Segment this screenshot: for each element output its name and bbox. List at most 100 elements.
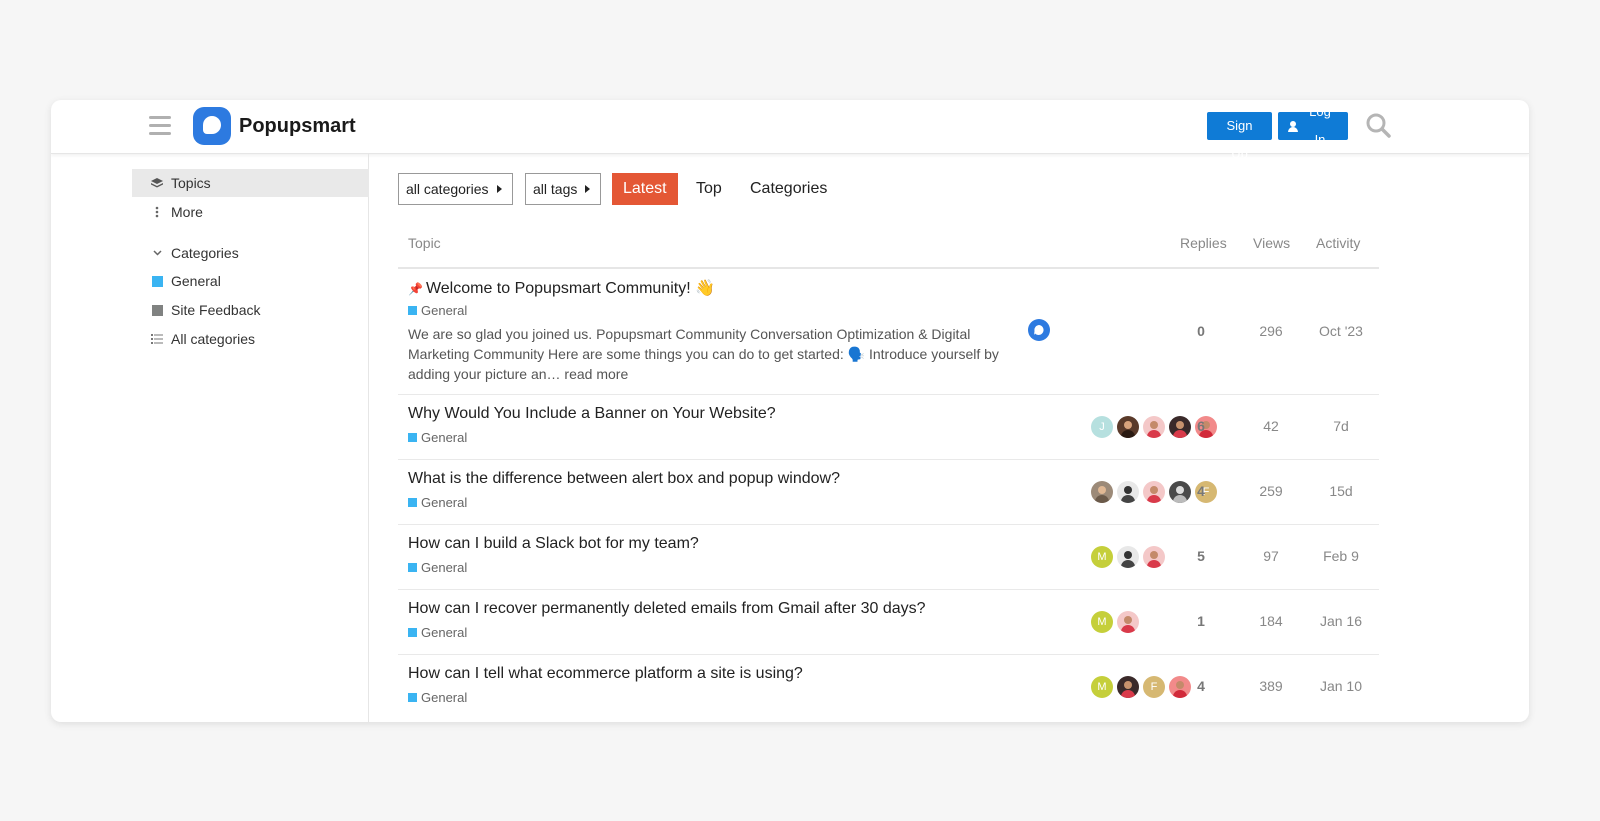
category-badge-label: General [421, 495, 468, 510]
topic-title-link[interactable]: What is the difference between alert box… [408, 470, 840, 488]
sidebar-item-site-feedback[interactable]: Site Feedback [132, 296, 369, 324]
column-header-activity[interactable]: Activity [1316, 235, 1360, 251]
tab-top[interactable]: Top [685, 173, 733, 205]
category-badge[interactable]: General [408, 303, 467, 318]
category-filter-dropdown[interactable]: all categories [398, 173, 513, 205]
avatar[interactable] [1091, 481, 1113, 503]
tag-filter-dropdown[interactable]: all tags [525, 173, 602, 205]
chevron-down-icon [151, 250, 163, 256]
app-window: Popupsmart Sign Up Log In Topics More Ca… [51, 100, 1529, 722]
category-color-icon [408, 306, 417, 315]
category-badge[interactable]: General [408, 430, 467, 445]
table-row: How can I build a Slack bot for my team?… [398, 525, 1379, 590]
sidebar-item-all-categories[interactable]: All categories [132, 325, 369, 353]
avatar[interactable] [1117, 481, 1139, 503]
avatar[interactable]: M [1091, 546, 1113, 568]
activity-time[interactable]: 7d [1306, 418, 1376, 434]
activity-time[interactable]: Jan 10 [1306, 678, 1376, 694]
view-count: 42 [1263, 418, 1279, 434]
topic-title-link[interactable]: How can I tell what ecommerce platform a… [408, 665, 803, 683]
category-badge[interactable]: General [408, 625, 467, 640]
activity-time[interactable]: Oct '23 [1306, 323, 1376, 339]
sidebar-item-label: More [171, 204, 203, 220]
sidebar-item-more[interactable]: More [132, 198, 369, 226]
column-header-topic: Topic [408, 235, 441, 251]
category-color-icon [408, 628, 417, 637]
category-badge-label: General [421, 560, 468, 575]
category-color-icon [408, 693, 417, 702]
avatar[interactable]: M [1091, 676, 1113, 698]
avatar[interactable]: M [1091, 611, 1113, 633]
column-header-replies[interactable]: Replies [1180, 235, 1227, 251]
topic-title-link[interactable]: How can I build a Slack bot for my team? [408, 535, 699, 553]
table-row: What is the difference between alert box… [398, 460, 1379, 525]
view-count: 389 [1259, 678, 1283, 694]
pin-icon: 📌 [408, 282, 423, 296]
avatar[interactable] [1143, 481, 1165, 503]
sidebar-item-label: Topics [171, 175, 211, 191]
vertical-ellipsis-icon [151, 206, 163, 218]
avatar[interactable] [1117, 416, 1139, 438]
caret-right-icon [585, 185, 591, 193]
category-badge[interactable]: General [408, 495, 467, 510]
poster-avatars: M [1091, 546, 1165, 568]
topic-excerpt[interactable]: We are so glad you joined us. Popupsmart… [408, 324, 1000, 384]
reply-count: 5 [1197, 548, 1205, 564]
view-count: 259 [1259, 483, 1283, 499]
sidebar-section-categories[interactable]: Categories [132, 239, 369, 267]
poster-avatars [1028, 319, 1050, 341]
topic-title-link[interactable]: Welcome to Popupsmart Community! 👋 [426, 280, 715, 297]
category-color-icon [408, 563, 417, 572]
category-badge[interactable]: General [408, 560, 467, 575]
sign-up-button[interactable]: Sign Up [1207, 112, 1272, 161]
view-count: 184 [1259, 613, 1283, 629]
activity-time[interactable]: 15d [1306, 483, 1376, 499]
log-in-button[interactable]: Log In [1278, 104, 1348, 147]
tab-categories[interactable]: Categories [739, 173, 838, 205]
caret-right-icon [496, 185, 502, 193]
list-icon [151, 334, 163, 344]
topic-title-link[interactable]: Why Would You Include a Banner on Your W… [408, 405, 776, 423]
category-color-icon [408, 433, 417, 442]
avatar[interactable] [1117, 546, 1139, 568]
category-badge-label: General [421, 303, 468, 318]
tab-latest[interactable]: Latest [612, 173, 678, 205]
category-color-icon [151, 275, 163, 287]
log-in-label: Log In [1309, 104, 1331, 147]
avatar[interactable] [1117, 676, 1139, 698]
avatar[interactable]: F [1143, 676, 1165, 698]
search-icon[interactable] [1364, 111, 1392, 139]
table-row: How can I recover permanently deleted em… [398, 590, 1379, 655]
user-icon [1288, 120, 1298, 132]
activity-time[interactable]: Feb 9 [1306, 548, 1376, 564]
category-filter-label: all categories [406, 181, 489, 197]
hamburger-menu-icon[interactable] [149, 116, 171, 136]
reply-count: 4 [1197, 483, 1205, 499]
site-header: Popupsmart Sign Up Log In [51, 100, 1529, 161]
site-logo[interactable]: Popupsmart [193, 107, 356, 145]
category-badge[interactable]: General [408, 690, 467, 705]
avatar[interactable] [1117, 611, 1139, 633]
avatar[interactable] [1143, 546, 1165, 568]
reply-count: 0 [1197, 323, 1205, 339]
reply-count: 6 [1197, 418, 1205, 434]
category-badge-label: General [421, 430, 468, 445]
category-badge-label: General [421, 690, 468, 705]
topic-table-header: Topic Replies Views Activity [398, 225, 1379, 269]
sidebar-item-label: General [171, 273, 221, 289]
activity-time[interactable]: Jan 16 [1306, 613, 1376, 629]
poster-avatars: M [1091, 611, 1139, 633]
view-count: 296 [1259, 323, 1283, 339]
table-row: 📌 Welcome to Popupsmart Community! 👋 Gene… [398, 269, 1379, 395]
avatar[interactable] [1143, 416, 1165, 438]
sidebar-item-label: All categories [171, 331, 256, 347]
sidebar: Topics More Categories General Site Feed… [51, 154, 369, 722]
tag-filter-label: all tags [533, 181, 578, 197]
avatar[interactable] [1028, 319, 1050, 341]
sidebar-section-label: Categories [171, 245, 239, 261]
column-header-views[interactable]: Views [1253, 235, 1290, 251]
sidebar-item-general[interactable]: General [132, 267, 369, 295]
sidebar-item-topics[interactable]: Topics [132, 169, 369, 197]
topic-title-link[interactable]: How can I recover permanently deleted em… [408, 600, 926, 618]
avatar[interactable]: J [1091, 416, 1113, 438]
